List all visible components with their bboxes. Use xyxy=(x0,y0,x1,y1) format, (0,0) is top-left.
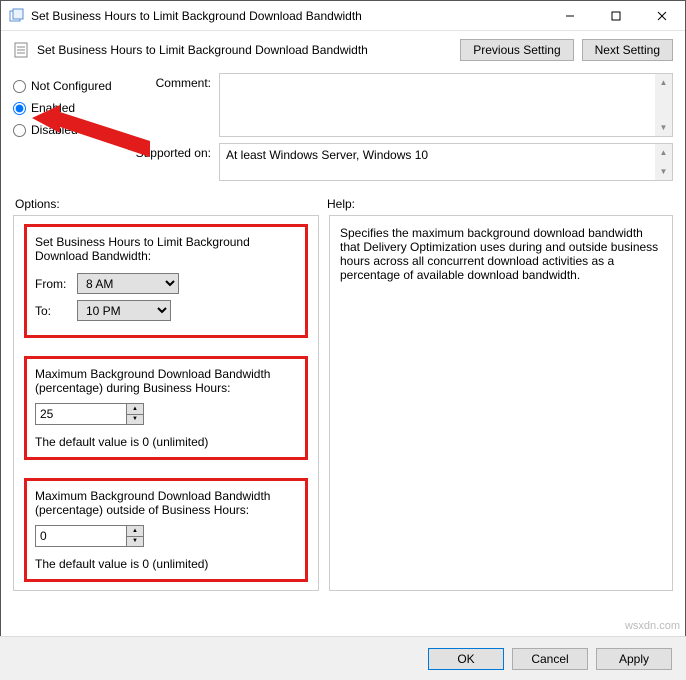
cancel-button[interactable]: Cancel xyxy=(512,648,588,670)
option-group-heading: Set Business Hours to Limit Background D… xyxy=(35,235,297,263)
annotation-box: Maximum Background Download Bandwidth (p… xyxy=(24,478,308,582)
help-text: Specifies the maximum background downloa… xyxy=(340,226,662,282)
supported-on-value: At least Windows Server, Windows 10 xyxy=(226,148,428,162)
previous-setting-button[interactable]: Previous Setting xyxy=(460,39,573,61)
radio-label: Disabled xyxy=(31,123,78,137)
title-bar: Set Business Hours to Limit Background D… xyxy=(1,1,685,31)
spin-up-icon[interactable]: ▲ xyxy=(127,404,143,415)
radio-enabled[interactable]: Enabled xyxy=(13,97,131,119)
options-pane: Set Business Hours to Limit Background D… xyxy=(13,215,319,591)
next-setting-button[interactable]: Next Setting xyxy=(582,39,673,61)
to-time-select[interactable]: 10 PM xyxy=(77,300,171,321)
spin-down-icon[interactable]: ▼ xyxy=(127,537,143,547)
policy-header: Set Business Hours to Limit Background D… xyxy=(1,31,685,73)
scrollbar[interactable]: ▲▼ xyxy=(655,74,672,136)
scroll-down-icon[interactable]: ▼ xyxy=(655,163,672,180)
from-label: From: xyxy=(35,277,77,291)
spin-up-icon[interactable]: ▲ xyxy=(127,526,143,537)
scroll-down-icon[interactable]: ▼ xyxy=(655,119,672,136)
minimize-button[interactable] xyxy=(547,1,593,31)
apply-button[interactable]: Apply xyxy=(596,648,672,670)
radio-disabled[interactable]: Disabled xyxy=(13,119,131,141)
supported-on-field: At least Windows Server, Windows 10 ▲▼ xyxy=(219,143,673,181)
during-default-note: The default value is 0 (unlimited) xyxy=(35,435,297,449)
outside-hours-input[interactable] xyxy=(35,525,127,547)
to-label: To: xyxy=(35,304,77,318)
window-title: Set Business Hours to Limit Background D… xyxy=(31,9,547,23)
comment-field[interactable]: ▲▼ xyxy=(219,73,673,137)
scroll-up-icon[interactable]: ▲ xyxy=(655,74,672,91)
policy-icon xyxy=(13,41,31,59)
scrollbar[interactable]: ▲▼ xyxy=(655,144,672,180)
dialog-footer: OK Cancel Apply xyxy=(0,636,686,680)
state-radio-group: Not Configured Enabled Disabled xyxy=(13,73,131,187)
outside-hours-label: Maximum Background Download Bandwidth (p… xyxy=(35,489,297,517)
policy-title: Set Business Hours to Limit Background D… xyxy=(37,43,452,57)
close-button[interactable] xyxy=(639,1,685,31)
options-section-label: Options: xyxy=(15,197,327,211)
scroll-up-icon[interactable]: ▲ xyxy=(655,144,672,161)
help-pane: Specifies the maximum background downloa… xyxy=(329,215,673,591)
ok-button[interactable]: OK xyxy=(428,648,504,670)
spinner-buttons[interactable]: ▲▼ xyxy=(127,525,144,547)
spin-down-icon[interactable]: ▼ xyxy=(127,415,143,425)
help-section-label: Help: xyxy=(327,197,355,211)
during-hours-label: Maximum Background Download Bandwidth (p… xyxy=(35,367,297,395)
outside-default-note: The default value is 0 (unlimited) xyxy=(35,557,297,571)
radio-not-configured[interactable]: Not Configured xyxy=(13,75,131,97)
radio-label: Enabled xyxy=(31,101,75,115)
during-hours-input[interactable] xyxy=(35,403,127,425)
comment-label: Comment: xyxy=(131,73,219,137)
annotation-box: Maximum Background Download Bandwidth (p… xyxy=(24,356,308,460)
watermark: wsxdn.com xyxy=(625,620,680,632)
spinner-buttons[interactable]: ▲▼ xyxy=(127,403,144,425)
app-icon xyxy=(9,8,25,24)
radio-label: Not Configured xyxy=(31,79,112,93)
from-time-select[interactable]: 8 AM xyxy=(77,273,179,294)
supported-on-label: Supported on: xyxy=(131,143,219,181)
maximize-button[interactable] xyxy=(593,1,639,31)
annotation-box: Set Business Hours to Limit Background D… xyxy=(24,224,308,338)
